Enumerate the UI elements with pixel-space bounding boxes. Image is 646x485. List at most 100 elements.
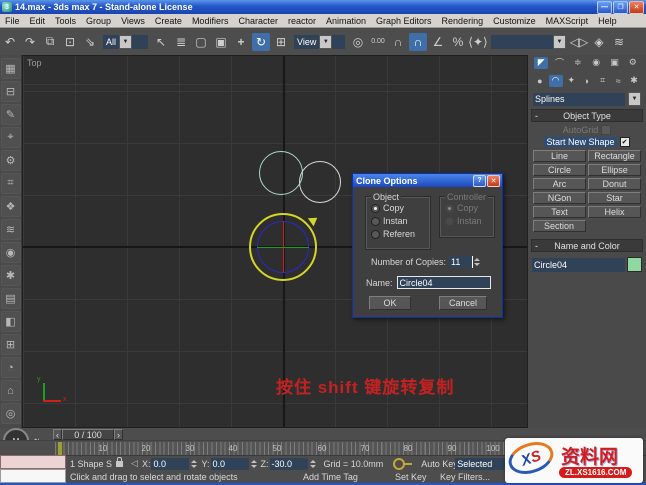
x-spinner[interactable] <box>191 459 198 469</box>
copies-spinner[interactable] <box>474 257 481 267</box>
leftbar-modifiers-icon[interactable]: ≋ <box>0 219 21 240</box>
dialog-help-button[interactable]: ? <box>473 174 486 187</box>
start-new-shape-label[interactable]: Start New Shape <box>544 136 617 147</box>
align-icon[interactable]: ◈ <box>590 33 608 51</box>
select-and-rotate-icon[interactable]: ↻ <box>252 32 270 51</box>
menu-customize[interactable]: Customize <box>488 16 541 26</box>
keyboard-override-icon[interactable]: ⟨✦⟩ <box>468 33 487 51</box>
next-frame-arrow[interactable]: › <box>114 429 123 440</box>
menu-character[interactable]: Character <box>233 16 283 26</box>
radio-instance[interactable] <box>371 216 380 226</box>
menu-group[interactable]: Group <box>81 16 116 26</box>
chevron-down-icon[interactable]: ▼ <box>119 34 133 49</box>
snap-toggle-icon[interactable]: ∩ <box>389 33 407 51</box>
arc-button[interactable]: Arc <box>533 178 586 190</box>
leftbar-tool-icon[interactable]: ◧ <box>0 311 21 332</box>
undo-icon[interactable]: ↶ <box>1 33 19 51</box>
object-type-rollout[interactable]: - Object Type <box>531 109 643 122</box>
set-key-button[interactable]: Set Key <box>395 472 427 482</box>
leftbar-tool-icon[interactable]: ⊞ <box>0 334 21 355</box>
subtab-geometry-icon[interactable]: ● <box>533 75 547 87</box>
add-time-tag[interactable]: Add Time Tag <box>303 472 358 482</box>
leftbar-particles-icon[interactable]: ⚙ <box>0 150 21 171</box>
menu-animation[interactable]: Animation <box>321 16 371 26</box>
leftbar-helpers-icon[interactable]: ⌗ <box>0 173 21 194</box>
subtab-helpers-icon[interactable]: ⌗ <box>596 75 610 87</box>
section-button[interactable]: Section <box>532 220 586 232</box>
rectangular-selection-region-icon[interactable]: ▢ <box>192 33 210 51</box>
cancel-button[interactable]: Cancel <box>439 296 487 310</box>
x-coordinate-field[interactable]: 0.0 <box>151 457 190 470</box>
snap-spinner-icon[interactable]: 0.00 <box>369 33 387 51</box>
name-and-color-rollout[interactable]: - Name and Color <box>531 239 643 252</box>
subtab-systems-icon[interactable]: ✱ <box>627 75 641 87</box>
leftbar-rendering-icon[interactable]: ✱ <box>0 265 21 286</box>
leftbar-tool-icon[interactable]: ◎ <box>0 403 21 424</box>
copies-input[interactable]: 11 <box>449 256 474 268</box>
leftbar-shapes-icon[interactable]: ⊟ <box>0 81 21 102</box>
reference-coordinate-dropdown[interactable]: View ▼ <box>294 34 345 49</box>
tab-modify-icon[interactable]: ⌒ <box>552 57 566 69</box>
ok-button[interactable]: OK <box>369 296 411 310</box>
key-filters-button[interactable]: Key Filters... <box>440 472 490 482</box>
subtab-shapes-icon[interactable]: ◠ <box>548 74 563 87</box>
menu-tools[interactable]: Tools <box>50 16 81 26</box>
chevron-down-icon[interactable]: ▼ <box>319 34 333 49</box>
selection-filter-dropdown[interactable]: All ▼ <box>103 34 148 49</box>
tab-display-icon[interactable]: ▣ <box>607 57 621 69</box>
text-button[interactable]: Text <box>533 206 586 218</box>
leftbar-tool-icon[interactable]: ▤ <box>0 288 21 309</box>
redo-icon[interactable]: ↷ <box>21 33 39 51</box>
tab-motion-icon[interactable]: ◉ <box>589 57 603 69</box>
restore-button[interactable]: ❐ <box>613 0 628 14</box>
menu-create[interactable]: Create <box>150 16 187 26</box>
minimize-button[interactable]: — <box>597 0 612 14</box>
radio-copy[interactable] <box>371 203 380 213</box>
line-button[interactable]: Line <box>533 150 586 162</box>
z-spinner[interactable] <box>309 459 316 469</box>
window-crossing-icon[interactable]: ▣ <box>212 33 230 51</box>
leftbar-lights-cameras-icon[interactable]: ⌖ <box>0 127 21 148</box>
use-pivot-center-icon[interactable]: ◎ <box>349 33 367 51</box>
ellipse-button[interactable]: Ellipse <box>588 164 641 176</box>
chevron-down-icon[interactable]: ▼ <box>628 92 641 106</box>
transform-gizmo-icon[interactable]: ◁ <box>131 458 138 469</box>
menu-modifiers[interactable]: Modifiers <box>187 16 234 26</box>
object-color-swatch[interactable] <box>627 257 642 272</box>
named-selection-dropdown[interactable]: ▼ <box>491 34 566 49</box>
unlink-selection-icon[interactable]: ⊡ <box>61 33 79 51</box>
close-button[interactable]: ✕ <box>629 0 644 14</box>
y-coordinate-field[interactable]: 0.0 <box>210 457 249 470</box>
start-new-shape-checkbox[interactable]: ✔ <box>619 136 630 147</box>
rectangle-button[interactable]: Rectangle <box>588 150 641 162</box>
radio-reference[interactable] <box>371 229 380 239</box>
auto-key-button[interactable]: Auto Key <box>421 459 455 469</box>
leftbar-spacewarps-icon[interactable]: ❖ <box>0 196 21 217</box>
mirror-icon[interactable]: ◁▷ <box>570 33 588 51</box>
menu-file[interactable]: File <box>0 16 25 26</box>
helix-button[interactable]: Helix <box>588 206 641 218</box>
select-and-move-icon[interactable]: + <box>232 33 250 51</box>
leftbar-modeling-icon[interactable]: ◉ <box>0 242 21 263</box>
select-and-link-icon[interactable]: ⧉ <box>41 33 59 51</box>
previous-frame-arrow[interactable]: ‹ <box>53 429 62 440</box>
radio-reference-label[interactable]: Referen <box>383 229 415 239</box>
select-and-scale-icon[interactable]: ⊞ <box>272 33 290 51</box>
star-button[interactable]: Star <box>588 192 641 204</box>
subtab-lights-icon[interactable]: ✦ <box>564 75 578 87</box>
subtab-spacewarps-icon[interactable]: ≈ <box>611 75 625 87</box>
selection-lock-icon[interactable] <box>116 456 124 467</box>
select-by-name-icon[interactable]: ≣ <box>172 33 190 51</box>
z-coordinate-field[interactable]: -30.0 <box>269 457 308 470</box>
menu-reactor[interactable]: reactor <box>283 16 321 26</box>
leftbar-compounds-icon[interactable]: ✎ <box>0 104 21 125</box>
maxscript-listener-pink[interactable] <box>0 455 66 469</box>
circle-button[interactable]: Circle <box>533 164 586 176</box>
name-input[interactable]: Circle04 <box>396 276 491 289</box>
menu-rendering[interactable]: Rendering <box>437 16 489 26</box>
leftbar-tool-icon[interactable]: ⌂ <box>0 380 21 401</box>
maxscript-listener-white[interactable] <box>0 469 66 483</box>
dialog-close-button[interactable]: ✕ <box>487 174 500 187</box>
menu-graph-editors[interactable]: Graph Editors <box>371 16 437 26</box>
radio-copy-label[interactable]: Copy <box>383 203 404 213</box>
